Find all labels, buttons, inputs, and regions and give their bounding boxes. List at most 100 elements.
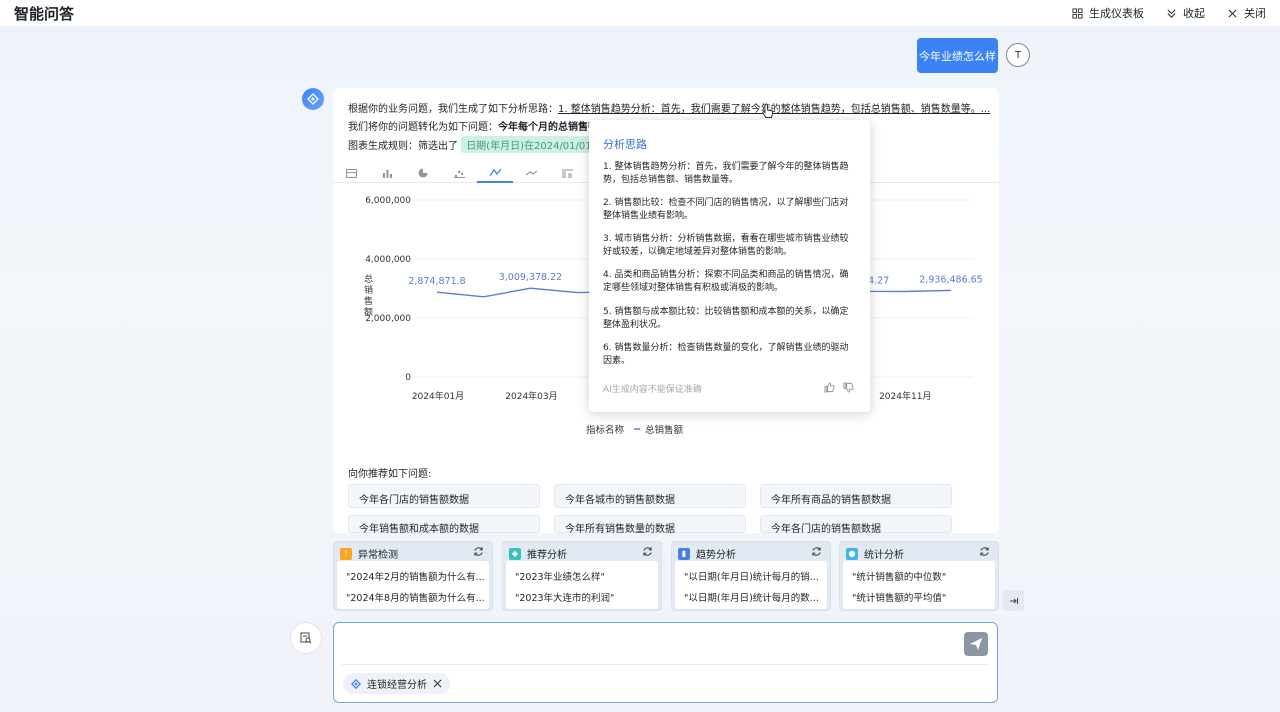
arrow-right-bar-icon <box>1009 597 1018 604</box>
refresh-icon[interactable] <box>642 546 653 557</box>
quick-question[interactable]: "2023年大连市的利润" <box>515 590 655 604</box>
popup-item: 2. 销售额比较：检查不同门店的销售情况，以了解哪些门店对整体销售业绩有影响。 <box>603 198 849 221</box>
generate-dashboard-button[interactable]: 生成仪表板 <box>1072 5 1144 21</box>
quick-question[interactable]: "2024年2月的销售额为什么有... <box>346 569 486 583</box>
recommend-question[interactable]: 今年各门店的销售额数据 <box>760 515 952 535</box>
quick-card-header: ● 统计分析 <box>846 546 904 561</box>
top-actions: 生成仪表板 收起 关闭 <box>1072 5 1266 21</box>
quick-card-title: 推荐分析 <box>527 550 567 561</box>
quick-card-title: 异常检测 <box>358 550 398 561</box>
generate-dashboard-label: 生成仪表板 <box>1089 7 1144 20</box>
recommend-question[interactable]: 今年各城市的销售额数据 <box>554 484 746 508</box>
recommend-question[interactable]: 今年所有商品的销售额数据 <box>760 484 952 508</box>
legend-title: 指标名称 <box>586 424 625 436</box>
tab-bar-chart[interactable] <box>369 163 405 183</box>
rule-prefix: 图表生成规则：筛选出了 <box>348 141 458 152</box>
collapse-label: 收起 <box>1183 7 1205 20</box>
feedback-icons <box>824 382 854 393</box>
popup-item: 4. 品类和商品销售分析：探索不同品类和商品的销售情况，确定哪些领域对整体销售有… <box>603 270 849 293</box>
converted-prefix: 我们将你的问题转化为如下问题： <box>348 122 498 133</box>
quick-card-body: "2024年2月的销售额为什么有... "2024年8月的销售额为什么有... <box>337 561 489 609</box>
tab-table[interactable] <box>333 163 369 183</box>
quick-question[interactable]: "以日期(年月日)统计每月的数... <box>684 590 824 604</box>
refresh-icon[interactable] <box>473 546 484 557</box>
quick-card-anomaly: ! 异常检测 "2024年2月的销售额为什么有... "2024年8月的销售额为… <box>333 541 493 611</box>
tab-combo-chart[interactable] <box>549 163 585 183</box>
quick-card-title: 统计分析 <box>864 550 904 561</box>
combo-chart-icon <box>561 169 573 178</box>
thumbs-down-icon[interactable] <box>843 382 854 393</box>
quick-question[interactable]: "2023年业绩怎么样" <box>515 569 655 583</box>
trend-icon: ▮ <box>678 547 690 560</box>
send-button[interactable] <box>964 632 988 656</box>
recommend-question[interactable]: 今年所有销售数量的数据 <box>554 515 746 535</box>
chat-input[interactable] <box>344 633 954 655</box>
legend-label: 总销售额 <box>645 424 684 436</box>
analysis-intro: 根据你的业务问题，我们生成了如下分析思路：1. 整体销售趋势分析：首先，我们需要… <box>348 100 990 115</box>
y-tick-label: 4,000,000 <box>365 255 411 265</box>
ai-logo-icon <box>307 93 319 105</box>
ai-disclaimer: AI生成内容不能保证准确 <box>603 385 702 395</box>
bot-avatar <box>302 88 324 110</box>
converted-question-line: 我们将你的问题转化为如下问题：今年每个月的总销售额数据 <box>348 118 618 133</box>
y-axis-label: 总销售额 <box>364 273 373 318</box>
refresh-icon[interactable] <box>979 546 990 557</box>
recommend-icon: ◆ <box>509 547 521 560</box>
context-chip[interactable]: 连锁经营分析 <box>343 673 450 694</box>
recommend-question[interactable]: 今年各门店的销售额数据 <box>348 484 540 508</box>
line-chart-icon <box>489 168 501 176</box>
popup-item: 6. 销售数量分析：检查销售数量的变化，了解销售业绩的驱动因素。 <box>603 343 849 366</box>
analysis-idea-link[interactable]: 1. 整体销售趋势分析：首先，我们需要了解今年的整体销售趋势，包括总销售额、销售… <box>558 104 990 115</box>
history-button[interactable] <box>290 622 322 654</box>
chevron-double-down-icon <box>1167 8 1176 18</box>
analysis-idea-popup: 分析思路 1. 整体销售趋势分析：首先，我们需要了解今年的整体销售趋势，包括总销… <box>589 120 870 412</box>
quick-card-header: ▮ 趋势分析 <box>678 546 736 561</box>
data-label: 2,874,871.8 <box>408 276 465 287</box>
recommend-question[interactable]: 今年销售额和成本额的数据 <box>348 515 540 535</box>
quick-question[interactable]: "统计销售额的平均值" <box>852 590 992 604</box>
collapse-button[interactable]: 收起 <box>1166 5 1205 21</box>
thumbs-up-icon[interactable] <box>824 382 835 393</box>
popup-item: 5. 销售额与成本额比较：比较销售额和成本额的关系，以确定整体盈利状况。 <box>603 307 849 330</box>
close-button[interactable]: 关闭 <box>1227 5 1266 21</box>
popup-item: 3. 城市销售分析：分析销售数据，看看在哪些城市销售业绩较好或较差，以确定地域差… <box>603 234 849 257</box>
send-icon <box>970 638 982 650</box>
tab-area-chart[interactable] <box>513 163 549 183</box>
y-tick-label: 6,000,000 <box>365 196 411 206</box>
tab-scatter-chart[interactable] <box>441 163 477 183</box>
data-label: 2,936,486.65 <box>919 274 982 285</box>
tab-line-chart[interactable] <box>477 163 513 183</box>
quick-question[interactable]: "统计销售额的中位数" <box>852 569 992 583</box>
warning-icon: ! <box>340 547 352 560</box>
close-icon[interactable] <box>433 679 442 688</box>
chat-input-box[interactable]: 连锁经营分析 <box>333 622 998 703</box>
scatter-chart-icon <box>453 170 465 178</box>
x-tick-label: 2024年01月 <box>412 390 464 402</box>
quick-card-body: "2023年业绩怎么样" "2023年大连市的利润" <box>506 561 658 609</box>
collapse-cards-button[interactable] <box>1003 590 1024 611</box>
quick-card-trend: ▮ 趋势分析 "以日期(年月日)统计每月的销... "以日期(年月日)统计每月的… <box>671 541 831 611</box>
popup-item: 1. 整体销售趋势分析：首先，我们需要了解今年的整体销售趋势，包括总销售额、销售… <box>603 162 849 185</box>
chip-label: 连锁经营分析 <box>367 680 427 691</box>
x-tick-label: 2024年11月 <box>879 390 931 402</box>
tab-pie-chart[interactable] <box>405 163 441 183</box>
user-message-bubble: 今年业绩怎么样 <box>917 38 998 73</box>
history-search-icon <box>300 632 312 644</box>
hand-cursor-icon <box>762 103 774 118</box>
dashboard-icon <box>1072 7 1083 19</box>
quick-question[interactable]: "2024年8月的销售额为什么有... <box>346 590 486 604</box>
close-icon <box>1228 8 1237 18</box>
popup-title: 分析思路 <box>603 138 647 151</box>
quick-card-title: 趋势分析 <box>696 550 736 561</box>
quick-card-header: ! 异常检测 <box>340 546 398 561</box>
quick-card-header: ◆ 推荐分析 <box>509 546 567 561</box>
refresh-icon[interactable] <box>811 546 822 557</box>
recommend-title: 向你推荐如下问题: <box>348 469 432 480</box>
close-label: 关闭 <box>1244 7 1266 20</box>
quick-question[interactable]: "以日期(年月日)统计每月的销... <box>684 569 824 583</box>
quick-card-stats: ● 统计分析 "统计销售额的中位数" "统计销售额的平均值" <box>839 541 999 611</box>
quick-card-body: "以日期(年月日)统计每月的销... "以日期(年月日)统计每月的数... <box>675 561 827 609</box>
area-chart-icon <box>525 170 537 175</box>
input-divider <box>342 664 989 665</box>
quick-card-body: "统计销售额的中位数" "统计销售额的平均值" <box>843 561 995 609</box>
